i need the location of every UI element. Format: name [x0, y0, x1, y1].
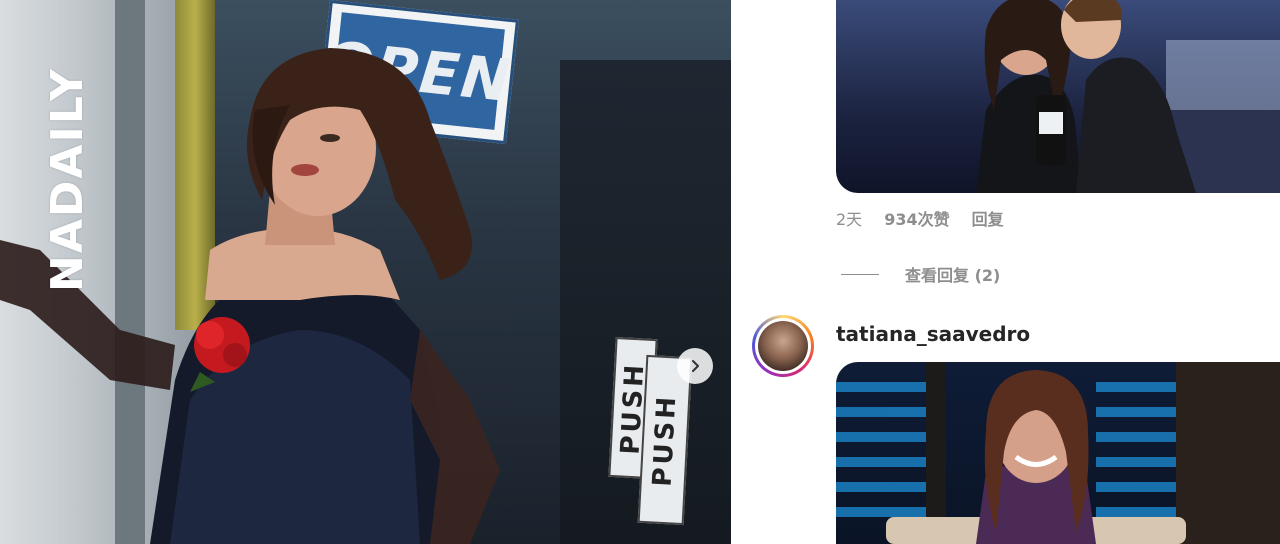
carousel-next-button[interactable]	[677, 348, 713, 384]
watermark: NADAILY	[42, 67, 93, 292]
avatar[interactable]	[752, 315, 814, 377]
view-replies-button[interactable]: 查看回复 (2)	[841, 262, 1000, 286]
comment-likes[interactable]: 934次赞	[884, 206, 949, 230]
comments-panel: 2天 934次赞 回复 查看回复 (2) tatiana_saavedro	[731, 0, 1280, 544]
comment-username[interactable]: tatiana_saavedro	[836, 322, 1030, 346]
comment-time: 2天	[836, 210, 863, 229]
comment-image-photo	[836, 362, 1280, 544]
comment-image[interactable]	[836, 0, 1280, 193]
view-replies-label: 查看回复 (2)	[905, 266, 1001, 285]
comment-image-photo	[976, 0, 1280, 193]
comment-image[interactable]	[836, 362, 1280, 544]
comment-meta: 2天 934次赞 回复	[836, 206, 1004, 230]
chevron-right-icon	[692, 360, 699, 372]
post-photo: OPEN PUSH PUSH NADAILY	[0, 0, 731, 544]
divider-line	[841, 273, 879, 275]
model-figure	[0, 48, 500, 544]
reply-button[interactable]: 回复	[972, 206, 1004, 230]
avatar-image	[758, 321, 808, 371]
